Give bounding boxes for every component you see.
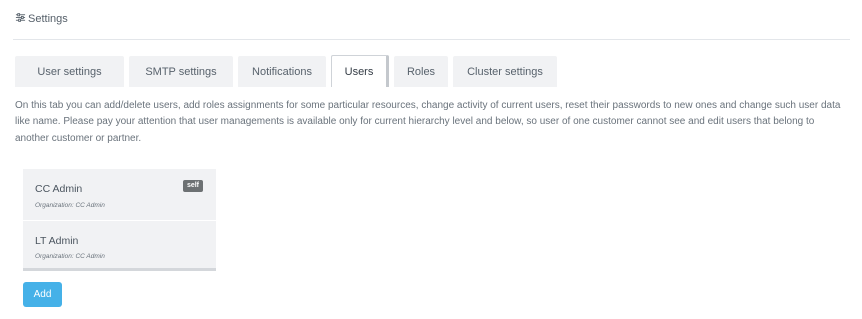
page-header: Settings <box>15 12 68 26</box>
tab-cluster-settings[interactable]: Cluster settings <box>453 56 557 87</box>
page-title: Settings <box>28 13 68 25</box>
self-badge: self <box>182 180 203 192</box>
user-list-item[interactable]: LT Admin Organization: CC Admin <box>23 221 216 271</box>
sliders-icon <box>15 12 28 26</box>
user-list-item[interactable]: CC Admin self Organization: CC Admin <box>23 169 216 221</box>
tab-notifications[interactable]: Notifications <box>238 56 326 87</box>
user-name: LT Admin <box>35 235 79 247</box>
tab-user-settings[interactable]: User settings <box>15 56 124 87</box>
user-organization: Organization: CC Admin <box>35 253 105 260</box>
settings-tabs: User settings SMTP settings Notification… <box>15 55 562 87</box>
header-divider <box>13 39 850 40</box>
user-name: CC Admin <box>35 183 83 195</box>
tab-description: On this tab you can add/delete users, ad… <box>15 100 841 144</box>
user-list: CC Admin self Organization: CC Admin LT … <box>23 169 216 271</box>
add-user-button[interactable]: Add <box>23 282 62 307</box>
tab-roles[interactable]: Roles <box>394 56 448 87</box>
user-organization: Organization: CC Admin <box>35 202 105 209</box>
tab-smtp-settings[interactable]: SMTP settings <box>129 56 233 87</box>
tab-users[interactable]: Users <box>331 55 389 87</box>
